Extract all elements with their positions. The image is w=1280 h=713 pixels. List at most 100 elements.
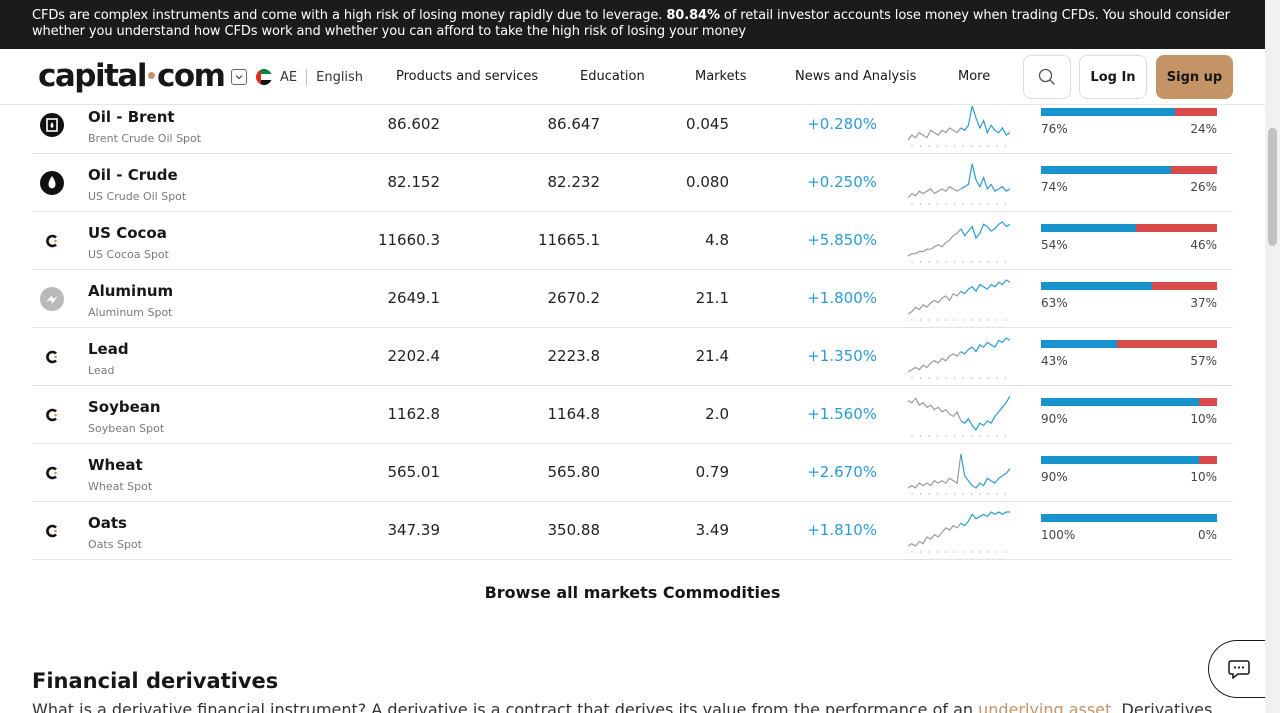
capital-c-icon	[40, 229, 64, 253]
market-subtitle: Wheat Spot	[88, 480, 153, 493]
buy-price[interactable]: 82.232	[548, 173, 601, 191]
market-row[interactable]: Oil - Brent Brent Crude Oil Spot 86.602 86.…	[32, 96, 1233, 154]
buyers-percent: 100%	[1041, 528, 1076, 542]
sell-price[interactable]: 565.01	[388, 463, 441, 481]
risk-text-before: CFDs are complex instruments and come wi…	[32, 8, 667, 23]
market-row[interactable]: Wheat Wheat Spot 565.01 565.80 0.79 +2.670% 90…	[32, 444, 1233, 502]
buy-price[interactable]: 11665.1	[538, 231, 600, 249]
oil-drop-square-icon	[40, 113, 64, 137]
locale-divider	[306, 69, 308, 85]
browse-all-commodities-link[interactable]: Browse all markets Commodities	[0, 583, 1265, 602]
market-subtitle: US Crude Oil Spot	[88, 190, 187, 203]
market-row[interactable]: Aluminum Aluminum Spot 2649.1 2670.2 21.1 +1.…	[32, 270, 1233, 328]
market-name[interactable]: Wheat	[88, 456, 143, 474]
chevron-down-icon[interactable]	[231, 69, 247, 85]
change-percent: +0.250%	[807, 173, 877, 191]
market-row[interactable]: Lead Lead 2202.4 2223.8 21.4 +1.350% 43% 57%	[32, 328, 1233, 386]
market-row[interactable]: US Cocoa US Cocoa Spot 11660.3 11665.1 4.8 +5…	[32, 212, 1233, 270]
buyers-share	[1041, 108, 1175, 116]
sell-price[interactable]: 86.602	[388, 115, 441, 133]
market-subtitle: Oats Spot	[88, 538, 142, 551]
spread-value: 0.080	[686, 173, 729, 191]
buyers-share	[1041, 514, 1217, 522]
nav-more[interactable]: More	[958, 69, 990, 84]
buy-price[interactable]: 350.88	[548, 521, 601, 539]
client-sentiment-bar	[1041, 340, 1217, 348]
scrollbar-thumb[interactable]	[1268, 128, 1277, 246]
buyers-percent: 54%	[1041, 238, 1068, 252]
markets-table: Oil - Brent Brent Crude Oil Spot 86.602 86.…	[32, 96, 1233, 560]
buyers-percent: 43%	[1041, 354, 1068, 368]
signup-button[interactable]: Sign up	[1156, 55, 1233, 99]
buy-price[interactable]: 565.80	[548, 463, 601, 481]
risk-percent: 80.84%	[666, 8, 720, 23]
sellers-share	[1171, 166, 1217, 174]
market-name[interactable]: Soybean	[88, 398, 161, 416]
market-name[interactable]: US Cocoa	[88, 224, 167, 242]
logo-part-left: capital	[38, 58, 147, 94]
price-sparkline	[908, 453, 1010, 495]
sellers-percent: 57%	[1190, 354, 1217, 368]
sell-price[interactable]: 11660.3	[378, 231, 440, 249]
underlying-asset-link[interactable]: underlying asset	[978, 700, 1111, 713]
capital-c-icon	[40, 345, 64, 369]
capital-com-logo[interactable]: capital com	[38, 58, 226, 94]
spread-value: 0.045	[686, 115, 729, 133]
sellers-percent: 10%	[1190, 412, 1217, 426]
search-button[interactable]	[1023, 55, 1071, 99]
buyers-percent: 76%	[1041, 122, 1068, 136]
change-percent: +0.280%	[807, 115, 877, 133]
market-name[interactable]: Aluminum	[88, 282, 173, 300]
change-percent: +5.850%	[807, 231, 877, 249]
buyers-share	[1041, 456, 1200, 464]
client-sentiment-bar	[1041, 108, 1217, 116]
buy-price[interactable]: 86.647	[548, 115, 601, 133]
market-name[interactable]: Oats	[88, 514, 127, 532]
client-sentiment-bar	[1041, 282, 1217, 290]
sellers-percent: 24%	[1190, 122, 1217, 136]
price-sparkline	[908, 105, 1010, 147]
login-button[interactable]: Log In	[1079, 55, 1147, 99]
buy-price[interactable]: 2223.8	[548, 347, 601, 365]
sellers-share	[1151, 282, 1217, 290]
country-code: AE	[280, 69, 298, 85]
spread-value: 21.4	[695, 347, 729, 365]
buy-price[interactable]: 2670.2	[548, 289, 601, 307]
para-text-before: What is a derivative financial instrumen…	[32, 700, 979, 713]
chat-icon	[1227, 660, 1250, 679]
language-label[interactable]: English	[316, 70, 363, 85]
market-row[interactable]: Oil - Crude US Crude Oil Spot 82.152 82.232…	[32, 154, 1233, 212]
chat-button[interactable]	[1208, 640, 1268, 698]
market-name[interactable]: Oil - Brent	[88, 108, 175, 126]
sellers-percent: 10%	[1190, 470, 1217, 484]
market-name[interactable]: Oil - Crude	[88, 166, 178, 184]
nav-markets[interactable]: Markets	[695, 69, 746, 84]
market-subtitle: Soybean Spot	[88, 422, 165, 435]
sell-price[interactable]: 82.152	[388, 173, 441, 191]
risk-warning-banner: CFDs are complex instruments and come wi…	[0, 0, 1265, 49]
client-sentiment-bar	[1041, 398, 1217, 406]
sellers-share	[1199, 398, 1217, 406]
sell-price[interactable]: 1162.8	[388, 405, 441, 423]
market-row[interactable]: Soybean Soybean Spot 1162.8 1164.8 2.0 +1.560…	[32, 386, 1233, 444]
market-row[interactable]: Oats Oats Spot 347.39 350.88 3.49 +1.810% 100%…	[32, 502, 1233, 560]
client-sentiment-bar	[1041, 456, 1217, 464]
market-subtitle: Brent Crude Oil Spot	[88, 132, 202, 145]
sell-price[interactable]: 2202.4	[388, 347, 441, 365]
sellers-percent: 46%	[1190, 238, 1217, 252]
market-subtitle: Lead	[88, 364, 115, 377]
market-name[interactable]: Lead	[88, 340, 129, 358]
nav-news-and-analysis[interactable]: News and Analysis	[795, 69, 916, 84]
search-icon	[1038, 68, 1055, 85]
page-scrollbar[interactable]	[1265, 0, 1280, 713]
nav-education[interactable]: Education	[580, 69, 645, 84]
sellers-percent: 26%	[1190, 180, 1217, 194]
sell-price[interactable]: 2649.1	[388, 289, 441, 307]
logo-dot	[147, 71, 155, 79]
capital-c-icon	[40, 519, 64, 543]
nav-products-and-services[interactable]: Products and services	[396, 69, 538, 84]
buy-price[interactable]: 1164.8	[548, 405, 601, 423]
sell-price[interactable]: 347.39	[388, 521, 441, 539]
buyers-share	[1041, 282, 1152, 290]
locale-selector[interactable]: AE English	[231, 69, 363, 85]
